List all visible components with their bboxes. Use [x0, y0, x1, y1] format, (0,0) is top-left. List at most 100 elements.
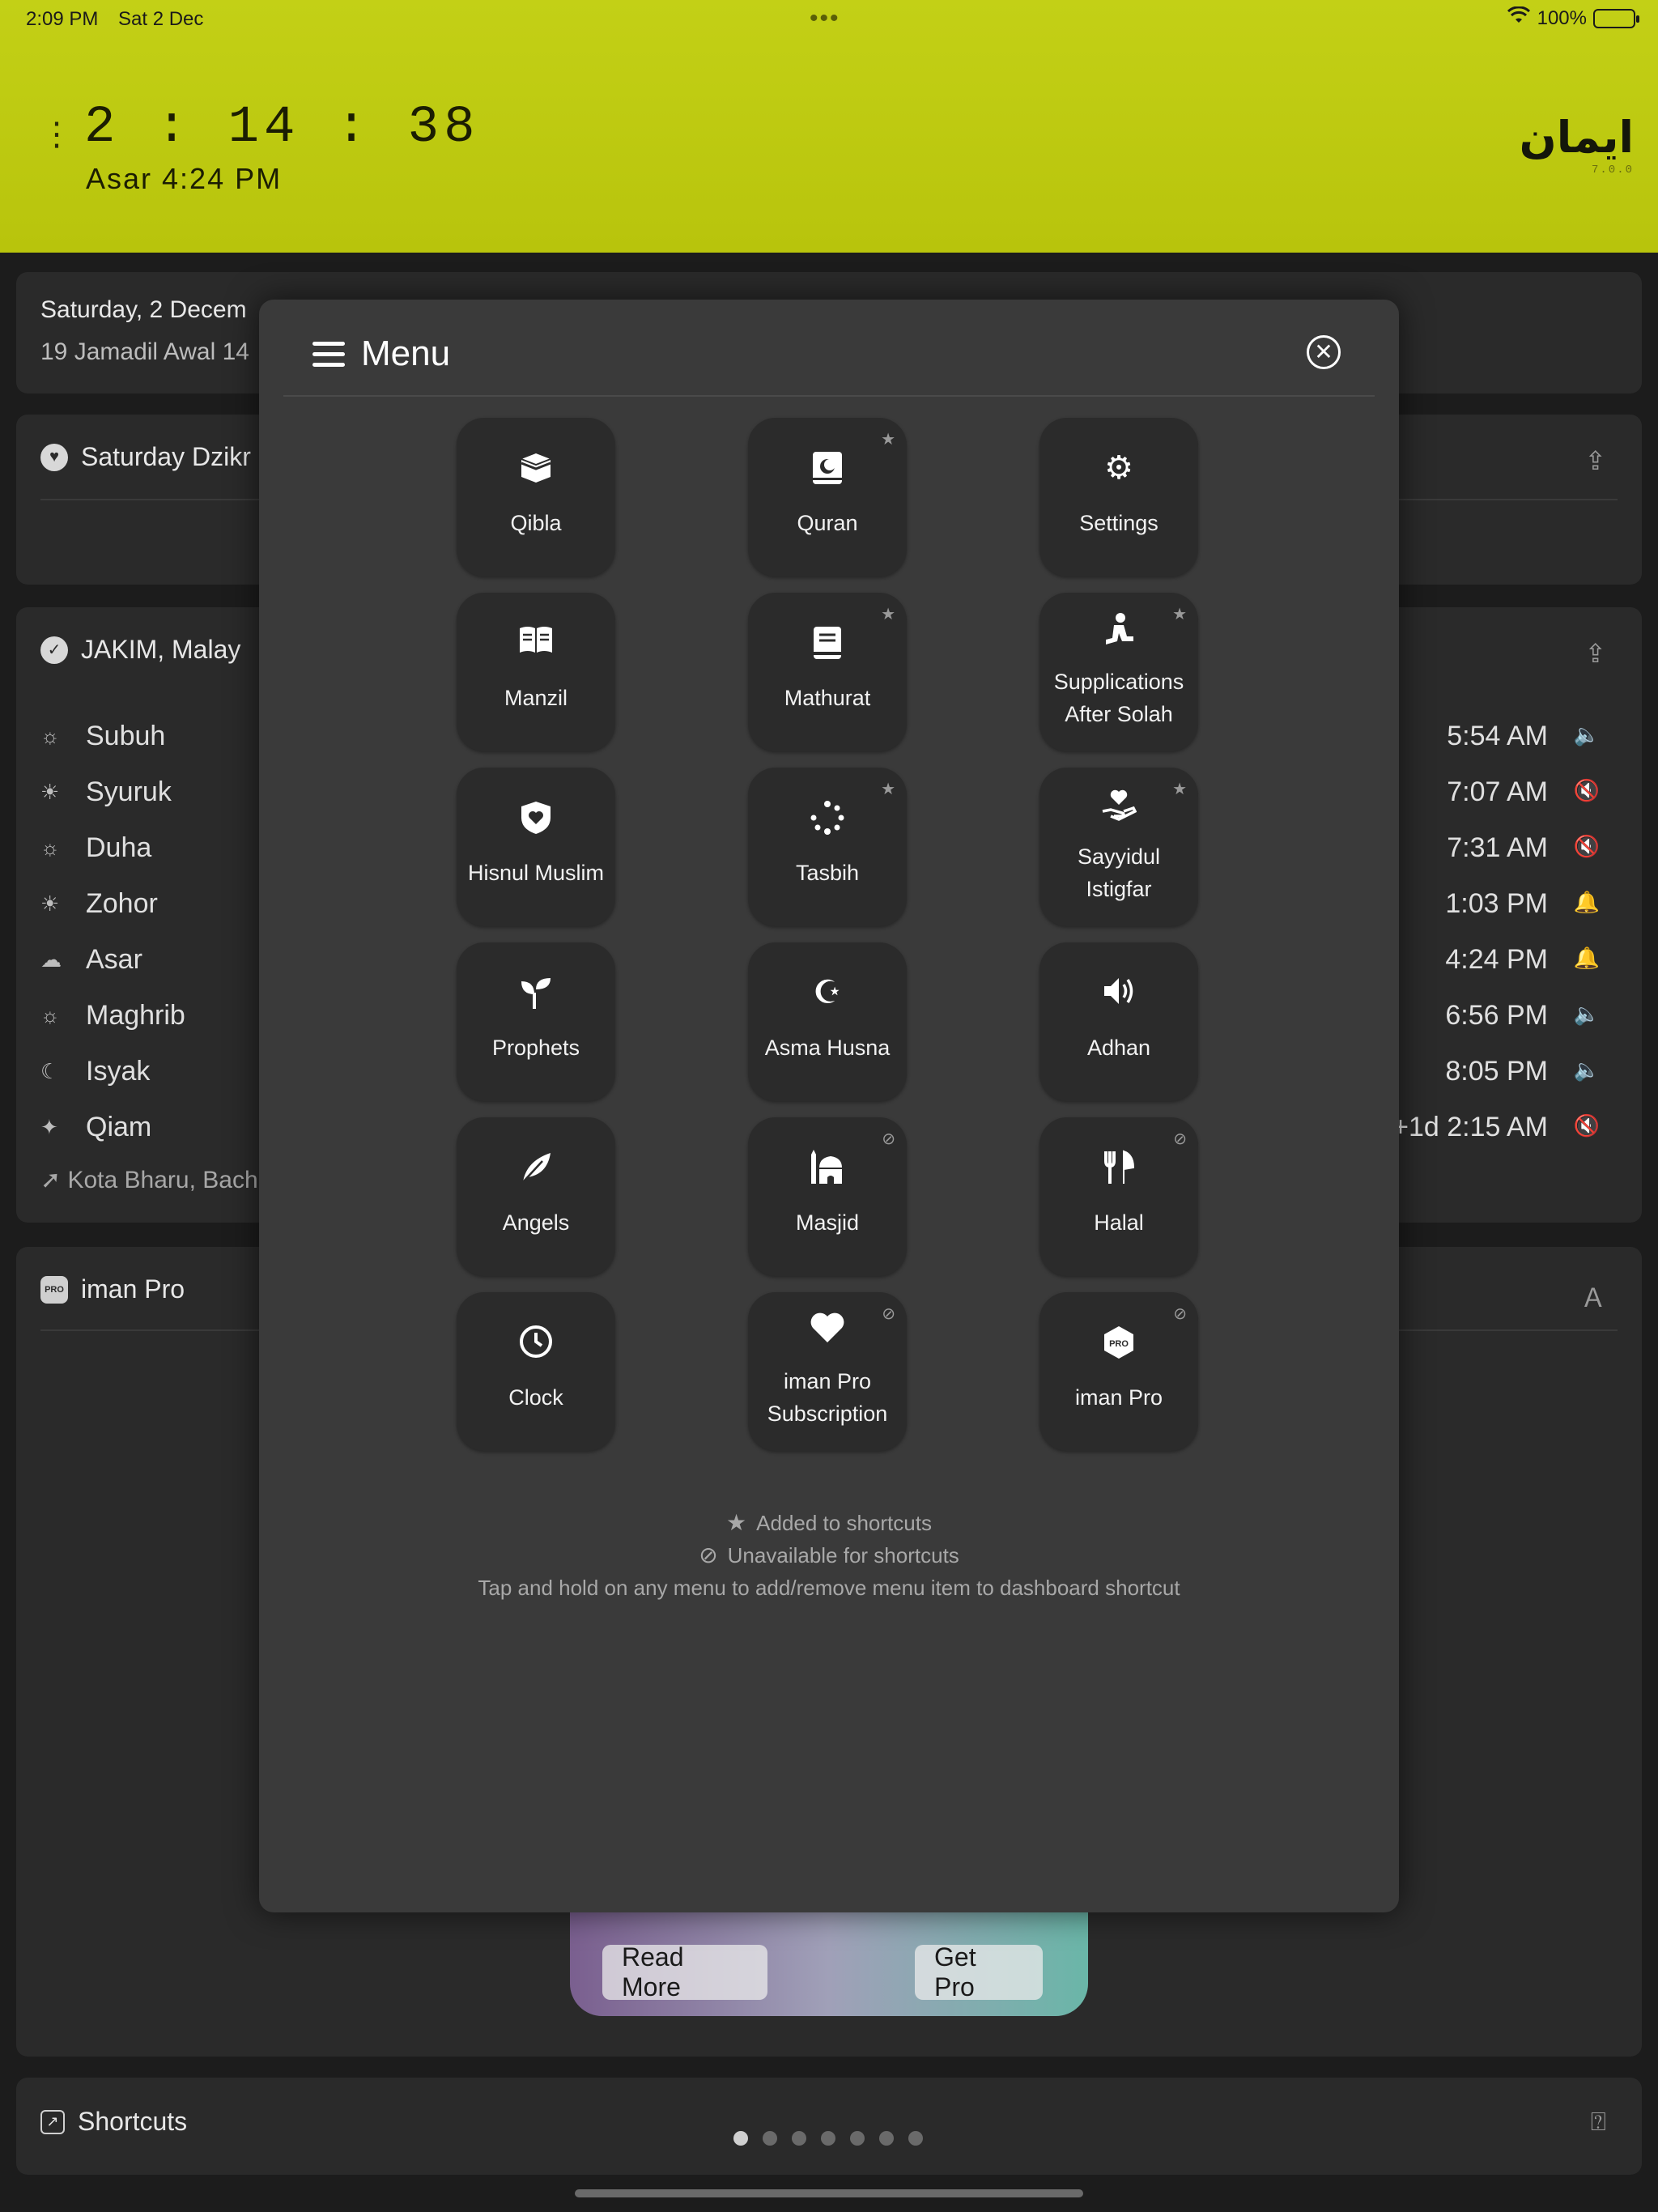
- hamburger-icon: [312, 342, 345, 368]
- prayer-name: Zohor: [86, 888, 158, 919]
- menu-item-settings[interactable]: ⚙ Settings: [1039, 418, 1198, 576]
- wifi-icon: [1507, 6, 1531, 30]
- menu-item-clock[interactable]: Clock: [457, 1292, 615, 1451]
- page-dot[interactable]: [850, 2131, 865, 2146]
- kaaba-icon: [457, 450, 615, 493]
- star-icon: ★: [881, 781, 895, 798]
- menu-item-qibla[interactable]: Qibla: [457, 418, 615, 576]
- prayer-source-title: ✓ JAKIM, Malay: [40, 635, 240, 665]
- bell-icon[interactable]: 🔔: [1574, 946, 1600, 971]
- pro-card-title: PRO iman Pro: [40, 1274, 185, 1304]
- menu-item-sayyidul-istigfar[interactable]: ★ Sayyidul Istigfar: [1039, 768, 1198, 926]
- star-icon: ★: [726, 1510, 747, 1535]
- help-icon[interactable]: ⍰: [1591, 2107, 1606, 2138]
- shortcuts-card[interactable]: ↗ Shortcuts ⍰: [16, 2078, 1642, 2175]
- menu-item-label-line2: Istigfar: [1086, 877, 1152, 901]
- speaker-icon[interactable]: 🔈: [1574, 1002, 1600, 1027]
- app-store-icon[interactable]: Ａ: [1580, 1278, 1606, 1315]
- home-indicator[interactable]: [575, 2189, 1083, 2197]
- read-more-button[interactable]: Read More: [602, 1942, 767, 2001]
- speaker-icon[interactable]: 🔈: [1574, 1057, 1600, 1083]
- location-text: Kota Bharu, Bach: [67, 1167, 258, 1193]
- menu-item-label: Settings: [1079, 511, 1158, 535]
- legend-added-text: Added to shortcuts: [756, 1511, 932, 1535]
- app-version: 7.0.0: [1591, 164, 1634, 177]
- star-icon: ★: [881, 606, 895, 623]
- menu-item-asma-husna[interactable]: ☪ Asma Husna: [748, 942, 907, 1101]
- speaker-icon[interactable]: 🔈: [1574, 722, 1600, 747]
- menu-item-adhan[interactable]: Adhan: [1039, 942, 1198, 1101]
- location[interactable]: ➚ Kota Bharu, Bach: [40, 1166, 258, 1194]
- menu-item-halal[interactable]: ⊘ Halal: [1039, 1117, 1198, 1276]
- pro-badge-icon: PRO: [40, 1275, 68, 1304]
- page-dot[interactable]: [733, 2131, 748, 2146]
- menu-divider: [283, 395, 1375, 397]
- menu-item-quran[interactable]: ★ Quran: [748, 418, 907, 576]
- legend-unavailable: ⊘ Unavailable for shortcuts: [259, 1542, 1399, 1568]
- menu-item-angels[interactable]: Angels: [457, 1117, 615, 1276]
- menu-item-iman-pro-subscription[interactable]: ⊘ iman Pro Subscription: [748, 1292, 907, 1451]
- muted-speaker-icon[interactable]: 🔇: [1574, 834, 1600, 859]
- close-icon[interactable]: ✕: [1307, 335, 1341, 369]
- share-icon[interactable]: ⇪: [1584, 445, 1606, 476]
- clock-icon: [457, 1325, 615, 1366]
- menu-item-label-line1: iman Pro: [783, 1369, 872, 1393]
- prayer-time: 7:07 AM: [1447, 776, 1548, 807]
- page-dot[interactable]: [763, 2131, 777, 2146]
- header-clock: 2 : 14 : 38: [84, 99, 480, 157]
- sun-icon: ☀: [40, 891, 60, 916]
- prayer-time: 1:03 PM: [1445, 888, 1548, 919]
- get-pro-button[interactable]: Get Pro: [915, 1942, 1043, 2001]
- muted-speaker-icon[interactable]: 🔇: [1574, 1113, 1600, 1138]
- page-dot[interactable]: [792, 2131, 806, 2146]
- crescent-star-icon: ☪: [813, 975, 842, 1010]
- sun-icon: ☼: [40, 836, 60, 860]
- more-vertical-icon[interactable]: ⋮: [40, 118, 73, 151]
- sunrise-icon: ☀: [40, 780, 60, 804]
- bell-icon[interactable]: 🔔: [1574, 890, 1600, 915]
- menu-item-manzil[interactable]: Manzil: [457, 593, 615, 751]
- app-header: 2:09 PM Sat 2 Dec ••• 100% ⋮ 2 : 14 : 38…: [0, 0, 1658, 253]
- prayer-time: 7:31 AM: [1447, 832, 1548, 863]
- unavailable-icon: ⊘: [882, 1130, 895, 1148]
- menu-item-mathurat[interactable]: ★ Mathurat: [748, 593, 907, 751]
- page-dot[interactable]: [908, 2131, 923, 2146]
- menu-item-masjid[interactable]: ⊘ Masjid: [748, 1117, 907, 1276]
- menu-item-prophets[interactable]: Prophets: [457, 942, 615, 1101]
- menu-item-label: Adhan: [1086, 1036, 1151, 1060]
- feather-icon: [457, 1150, 615, 1193]
- legend-unavailable-text: Unavailable for shortcuts: [727, 1543, 959, 1568]
- next-prayer: Asar 4:24 PM: [86, 162, 283, 195]
- gear-icon: ⚙: [1104, 450, 1133, 486]
- shield-heart-icon: [457, 800, 615, 843]
- page-indicator[interactable]: [733, 2131, 923, 2146]
- menu-item-label: Halal: [1094, 1210, 1144, 1235]
- menu-item-label: iman Pro: [1074, 1385, 1163, 1410]
- share-icon[interactable]: ⇪: [1584, 638, 1606, 669]
- muted-speaker-icon[interactable]: 🔇: [1574, 778, 1600, 803]
- quran-icon: [748, 450, 907, 493]
- dzikr-title-text: Saturday Dzikr: [81, 442, 251, 471]
- menu-item-tasbih[interactable]: ★ Tasbih: [748, 768, 907, 926]
- prayer-time: 4:24 PM: [1445, 944, 1548, 975]
- menu-item-label-line1: Supplications: [1053, 670, 1184, 694]
- menu-item-label-line2: After Solah: [1065, 702, 1173, 726]
- prayer-source-text: JAKIM, Malay: [81, 635, 241, 664]
- praying-person-icon: [1039, 612, 1198, 655]
- menu-title: Menu: [361, 334, 451, 373]
- menu-item-label: Mathurat: [784, 686, 871, 710]
- menu-item-label: iman Pro Subscription: [753, 1365, 902, 1430]
- menu-item-label: Tasbih: [795, 861, 860, 885]
- menu-item-label: Asma Husna: [764, 1036, 891, 1060]
- prayer-name: Qiam: [86, 1112, 152, 1142]
- legend-added: ★ Added to shortcuts: [259, 1509, 1399, 1536]
- app-logo: ايمان: [1519, 112, 1634, 163]
- page-dot[interactable]: [821, 2131, 835, 2146]
- verified-badge-icon: ✓: [40, 636, 68, 664]
- multitasking-dots[interactable]: •••: [810, 5, 840, 32]
- hand-heart-icon: [1039, 787, 1198, 830]
- page-dot[interactable]: [879, 2131, 894, 2146]
- menu-item-supplications-after-solah[interactable]: ★ Supplications After Solah: [1039, 593, 1198, 751]
- menu-item-iman-pro[interactable]: ⊘ PRO iman Pro: [1039, 1292, 1198, 1451]
- menu-item-hisnul-muslim[interactable]: Hisnul Muslim: [457, 768, 615, 926]
